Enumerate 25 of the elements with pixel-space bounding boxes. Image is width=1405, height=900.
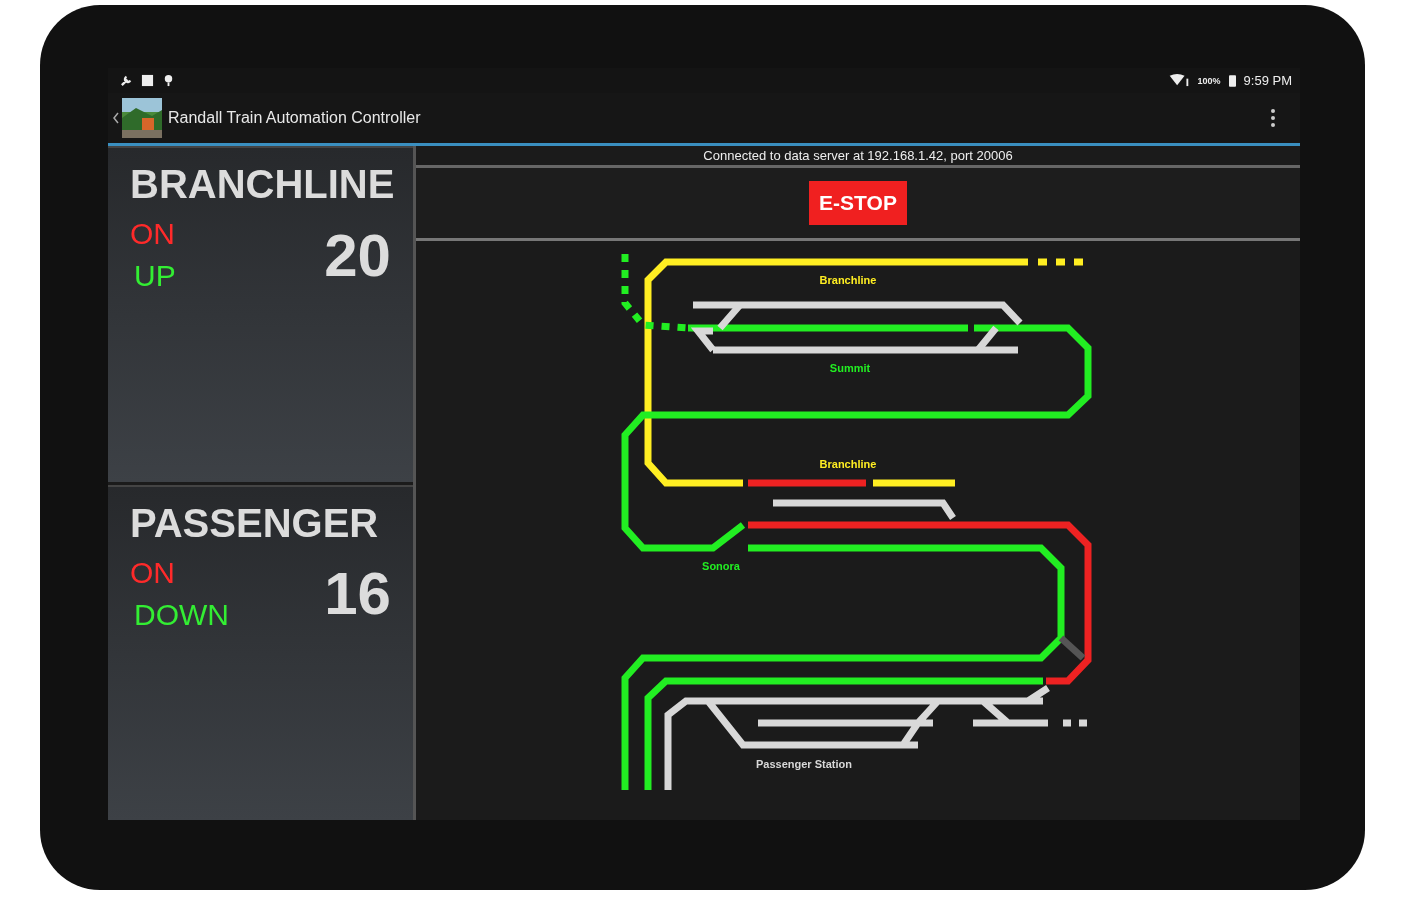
track-label: Branchline — [819, 274, 877, 286]
overflow-menu-icon[interactable] — [1270, 107, 1276, 129]
direction-status: UP — [134, 259, 176, 293]
track-label: Branchline — [819, 458, 877, 470]
train-card[interactable]: PASSENGER ON DOWN 16 — [108, 484, 413, 820]
pin-icon — [162, 74, 175, 87]
power-status: ON — [130, 217, 176, 251]
battery-icon — [1228, 74, 1236, 87]
track-label: Sonora — [702, 560, 740, 572]
track-label: Passenger Station — [756, 758, 852, 770]
train-number: 16 — [324, 559, 391, 628]
train-name: BRANCHLINE — [130, 162, 391, 207]
wifi-icon — [1167, 74, 1190, 87]
power-status: ON — [130, 555, 176, 590]
app-title: Randall Train Automation Controller — [168, 109, 422, 127]
train-name: PASSENGER — [130, 500, 380, 546]
clock: 9:59 PM — [1243, 73, 1292, 88]
direction-status: DOWN — [134, 597, 229, 632]
train-number: 20 — [324, 220, 391, 290]
track-label: Summit — [829, 362, 871, 374]
square-icon — [141, 74, 154, 87]
emergency-stop-button[interactable]: E-STOP — [809, 181, 907, 225]
battery-percent: 100% — [1197, 75, 1221, 86]
train-card[interactable]: BRANCHLINE ON UP 20 — [108, 146, 413, 482]
back-icon[interactable] — [112, 111, 120, 125]
